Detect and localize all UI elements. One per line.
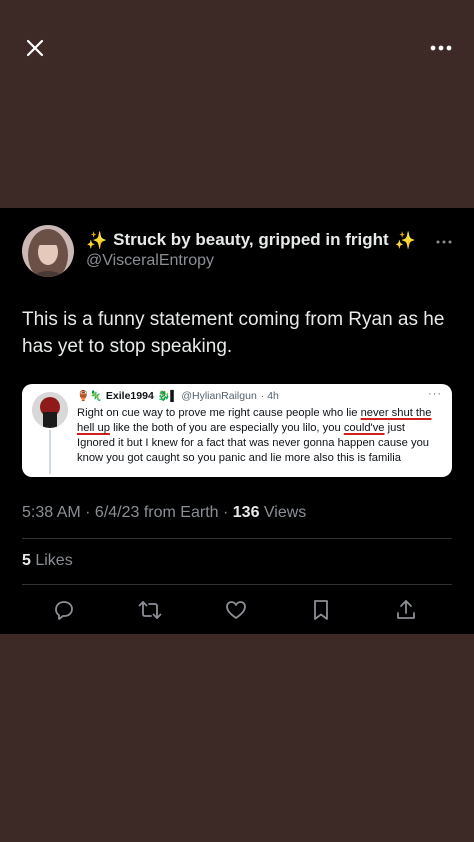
reply-icon [55, 601, 73, 620]
retweet-button[interactable] [136, 596, 164, 624]
tweet-text: This is a funny statement coming from Ry… [22, 309, 445, 357]
tweet-card: ✨ Struck by beauty, gripped in fright ✨ … [0, 208, 474, 634]
embedded-header: 🏺🦎 Exile1994 🐉▌ @HylianRailgun · 4h [77, 390, 279, 402]
embedded-avatar [32, 392, 68, 428]
embedded-more-icon: ··· [428, 388, 442, 400]
action-bar [0, 592, 474, 628]
embedded-handle: @HylianRailgun [181, 390, 257, 402]
author-handle[interactable]: @VisceralEntropy [86, 252, 214, 270]
embedded-text: Right on cue way to prove me right cause… [77, 407, 361, 419]
like-button[interactable] [222, 596, 250, 624]
more-options-button[interactable] [426, 35, 456, 61]
divider [22, 538, 452, 539]
divider [22, 584, 452, 585]
embedded-image[interactable]: 🏺🦎 Exile1994 🐉▌ @HylianRailgun · 4h ··· … [22, 384, 452, 477]
embedded-time: · 4h [260, 390, 279, 402]
close-icon [26, 39, 44, 57]
embedded-username: Exile1994 [105, 390, 154, 402]
avatar-image [22, 225, 74, 277]
author-name-row[interactable]: ✨ Struck by beauty, gripped in fright ✨ [86, 228, 446, 252]
likes-label: Likes [30, 552, 73, 569]
handle-emojis: 🐉▌ [157, 390, 178, 402]
likes-count: 5 [22, 552, 31, 569]
avatar[interactable] [22, 225, 74, 277]
reply-button[interactable] [50, 596, 78, 624]
sparkles-emoji: ✨ [86, 230, 108, 250]
embedded-text: like the both of you are especially you … [109, 422, 344, 434]
close-button[interactable] [20, 33, 50, 63]
bookmark-icon [314, 600, 328, 620]
likes-row[interactable]: 5 Likes [22, 552, 73, 570]
share-button[interactable] [392, 596, 420, 624]
sparkles-emoji: ✨ [394, 230, 416, 250]
tweet-more-button[interactable] [436, 231, 452, 249]
underlined-text: could've [343, 422, 385, 434]
display-name: Struck by beauty, gripped in fright [113, 230, 389, 249]
like-icon [226, 601, 246, 619]
thread-line [49, 430, 51, 474]
views-count[interactable]: 136 [233, 504, 260, 521]
tweet-meta: 5:38 AM · 6/4/23 from Earth · 136 Views [22, 504, 306, 522]
viewer-top-bar [0, 0, 474, 96]
timestamp: 5:38 AM · 6/4/23 from Earth · [22, 504, 233, 521]
views-label: Views [259, 504, 307, 521]
user-emojis: 🏺🦎 [77, 390, 102, 402]
embedded-body: Right on cue way to prove me right cause… [77, 406, 445, 466]
more-horizontal-icon [430, 45, 452, 51]
bookmark-button[interactable] [307, 596, 335, 624]
retweet-icon [138, 601, 162, 619]
more-horizontal-icon [436, 240, 452, 244]
share-icon [397, 600, 415, 619]
